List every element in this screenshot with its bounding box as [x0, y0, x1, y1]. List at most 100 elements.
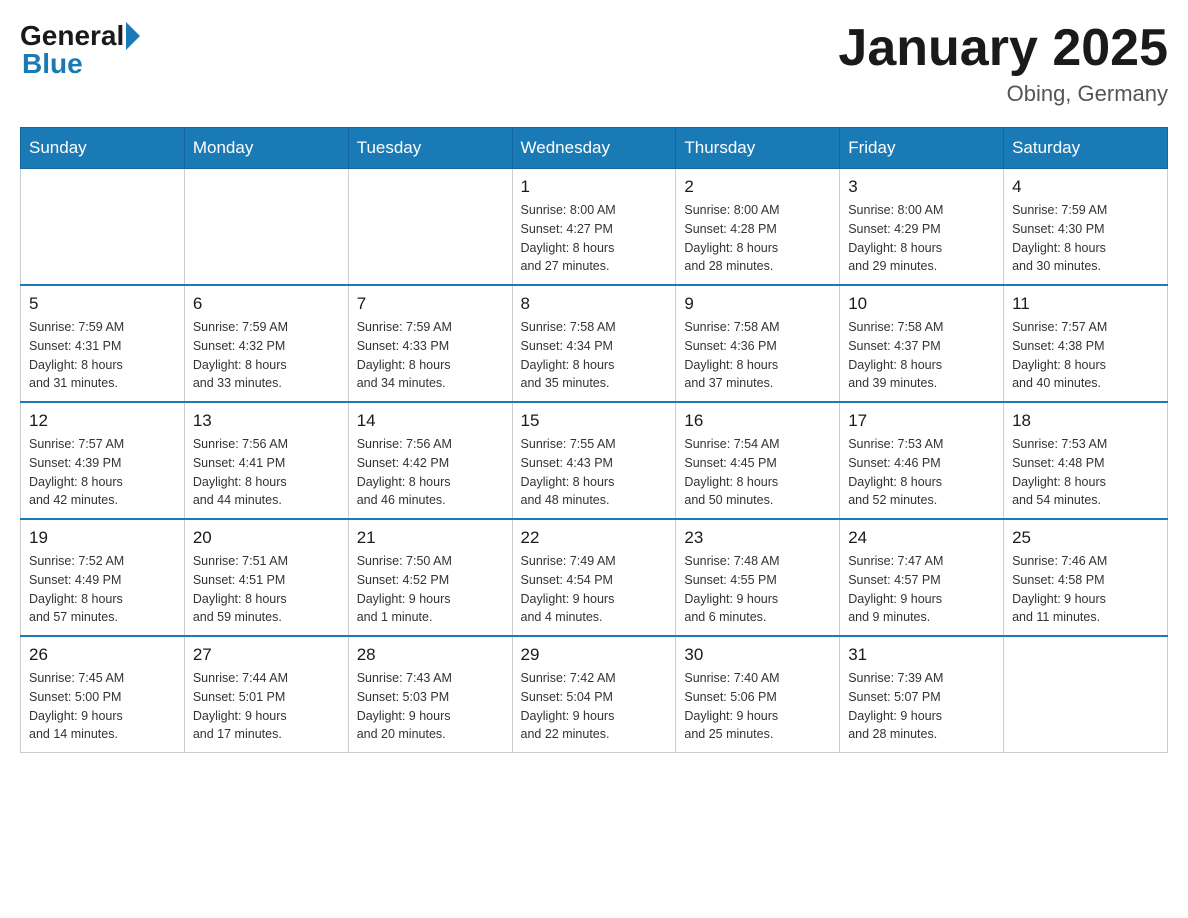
day-number: 27	[193, 645, 340, 665]
logo-blue-text: Blue	[22, 48, 83, 79]
day-of-week-header: Sunday	[21, 128, 185, 169]
day-number: 22	[521, 528, 668, 548]
calendar-day-cell: 21Sunrise: 7:50 AMSunset: 4:52 PMDayligh…	[348, 519, 512, 636]
day-number: 31	[848, 645, 995, 665]
day-info: Sunrise: 7:53 AMSunset: 4:46 PMDaylight:…	[848, 435, 995, 510]
day-info: Sunrise: 7:58 AMSunset: 4:37 PMDaylight:…	[848, 318, 995, 393]
day-info: Sunrise: 7:47 AMSunset: 4:57 PMDaylight:…	[848, 552, 995, 627]
calendar-day-cell	[1004, 636, 1168, 753]
page-header: General Blue January 2025 Obing, Germany	[20, 20, 1168, 107]
calendar-day-cell	[348, 169, 512, 286]
day-info: Sunrise: 7:50 AMSunset: 4:52 PMDaylight:…	[357, 552, 504, 627]
day-info: Sunrise: 7:52 AMSunset: 4:49 PMDaylight:…	[29, 552, 176, 627]
day-info: Sunrise: 7:39 AMSunset: 5:07 PMDaylight:…	[848, 669, 995, 744]
day-number: 8	[521, 294, 668, 314]
day-info: Sunrise: 7:51 AMSunset: 4:51 PMDaylight:…	[193, 552, 340, 627]
calendar-day-cell	[184, 169, 348, 286]
day-number: 19	[29, 528, 176, 548]
day-number: 29	[521, 645, 668, 665]
calendar-day-cell: 31 Sunrise: 7:39 AMSunset: 5:07 PMDayligh…	[840, 636, 1004, 753]
calendar-day-cell: 24 Sunrise: 7:47 AMSunset: 4:57 PMDayligh…	[840, 519, 1004, 636]
day-number: 25	[1012, 528, 1159, 548]
day-of-week-header: Thursday	[676, 128, 840, 169]
calendar-header-row: SundayMondayTuesdayWednesdayThursdayFrid…	[21, 128, 1168, 169]
day-number: 6	[193, 294, 340, 314]
day-number: 26	[29, 645, 176, 665]
calendar-day-cell: 26 Sunrise: 7:45 AMSunset: 5:00 PMDayligh…	[21, 636, 185, 753]
day-number: 13	[193, 411, 340, 431]
calendar-day-cell: 3Sunrise: 8:00 AMSunset: 4:29 PMDaylight…	[840, 169, 1004, 286]
title-section: January 2025 Obing, Germany	[838, 20, 1168, 107]
day-number: 9	[684, 294, 831, 314]
calendar-day-cell: 17Sunrise: 7:53 AMSunset: 4:46 PMDayligh…	[840, 402, 1004, 519]
day-info: Sunrise: 7:40 AMSunset: 5:06 PMDaylight:…	[684, 669, 831, 744]
day-number: 18	[1012, 411, 1159, 431]
calendar-day-cell: 23Sunrise: 7:48 AMSunset: 4:55 PMDayligh…	[676, 519, 840, 636]
day-info: Sunrise: 7:58 AMSunset: 4:36 PMDaylight:…	[684, 318, 831, 393]
day-info: Sunrise: 7:54 AMSunset: 4:45 PMDaylight:…	[684, 435, 831, 510]
day-info: Sunrise: 7:42 AMSunset: 5:04 PMDaylight:…	[521, 669, 668, 744]
day-info: Sunrise: 7:58 AMSunset: 4:34 PMDaylight:…	[521, 318, 668, 393]
day-info: Sunrise: 7:56 AMSunset: 4:42 PMDaylight:…	[357, 435, 504, 510]
day-number: 20	[193, 528, 340, 548]
calendar-week-row: 5 Sunrise: 7:59 AMSunset: 4:31 PMDaylight…	[21, 285, 1168, 402]
day-number: 7	[357, 294, 504, 314]
calendar-day-cell: 5 Sunrise: 7:59 AMSunset: 4:31 PMDaylight…	[21, 285, 185, 402]
day-info: Sunrise: 7:46 AMSunset: 4:58 PMDaylight:…	[1012, 552, 1159, 627]
day-info: Sunrise: 7:49 AMSunset: 4:54 PMDaylight:…	[521, 552, 668, 627]
calendar-day-cell: 29 Sunrise: 7:42 AMSunset: 5:04 PMDayligh…	[512, 636, 676, 753]
calendar-day-cell: 11Sunrise: 7:57 AMSunset: 4:38 PMDayligh…	[1004, 285, 1168, 402]
day-info: Sunrise: 8:00 AMSunset: 4:27 PMDaylight:…	[521, 201, 668, 276]
day-number: 14	[357, 411, 504, 431]
day-of-week-header: Friday	[840, 128, 1004, 169]
day-info: Sunrise: 7:55 AMSunset: 4:43 PMDaylight:…	[521, 435, 668, 510]
calendar-title: January 2025	[838, 20, 1168, 77]
day-info: Sunrise: 7:59 AMSunset: 4:30 PMDaylight:…	[1012, 201, 1159, 276]
calendar-day-cell: 12 Sunrise: 7:57 AMSunset: 4:39 PMDayligh…	[21, 402, 185, 519]
day-number: 1	[521, 177, 668, 197]
day-info: Sunrise: 8:00 AMSunset: 4:28 PMDaylight:…	[684, 201, 831, 276]
day-info: Sunrise: 7:44 AMSunset: 5:01 PMDaylight:…	[193, 669, 340, 744]
calendar-day-cell: 16Sunrise: 7:54 AMSunset: 4:45 PMDayligh…	[676, 402, 840, 519]
calendar-day-cell: 30Sunrise: 7:40 AMSunset: 5:06 PMDayligh…	[676, 636, 840, 753]
day-number: 28	[357, 645, 504, 665]
day-info: Sunrise: 7:57 AMSunset: 4:39 PMDaylight:…	[29, 435, 176, 510]
day-number: 12	[29, 411, 176, 431]
calendar-day-cell: 7 Sunrise: 7:59 AMSunset: 4:33 PMDaylight…	[348, 285, 512, 402]
day-info: Sunrise: 7:53 AMSunset: 4:48 PMDaylight:…	[1012, 435, 1159, 510]
day-info: Sunrise: 7:59 AMSunset: 4:33 PMDaylight:…	[357, 318, 504, 393]
day-of-week-header: Tuesday	[348, 128, 512, 169]
day-of-week-header: Wednesday	[512, 128, 676, 169]
day-number: 10	[848, 294, 995, 314]
calendar-day-cell: 10 Sunrise: 7:58 AMSunset: 4:37 PMDayligh…	[840, 285, 1004, 402]
calendar-day-cell: 4Sunrise: 7:59 AMSunset: 4:30 PMDaylight…	[1004, 169, 1168, 286]
calendar-day-cell: 19 Sunrise: 7:52 AMSunset: 4:49 PMDayligh…	[21, 519, 185, 636]
calendar-week-row: 26 Sunrise: 7:45 AMSunset: 5:00 PMDayligh…	[21, 636, 1168, 753]
day-number: 5	[29, 294, 176, 314]
calendar-day-cell: 2 Sunrise: 8:00 AMSunset: 4:28 PMDaylight…	[676, 169, 840, 286]
day-number: 2	[684, 177, 831, 197]
calendar-day-cell: 8 Sunrise: 7:58 AMSunset: 4:34 PMDaylight…	[512, 285, 676, 402]
calendar-day-cell: 27 Sunrise: 7:44 AMSunset: 5:01 PMDayligh…	[184, 636, 348, 753]
calendar-day-cell: 18 Sunrise: 7:53 AMSunset: 4:48 PMDayligh…	[1004, 402, 1168, 519]
calendar-day-cell: 6 Sunrise: 7:59 AMSunset: 4:32 PMDaylight…	[184, 285, 348, 402]
calendar-day-cell: 15 Sunrise: 7:55 AMSunset: 4:43 PMDayligh…	[512, 402, 676, 519]
day-number: 24	[848, 528, 995, 548]
calendar-day-cell: 9 Sunrise: 7:58 AMSunset: 4:36 PMDaylight…	[676, 285, 840, 402]
day-number: 23	[684, 528, 831, 548]
calendar-day-cell: 22 Sunrise: 7:49 AMSunset: 4:54 PMDayligh…	[512, 519, 676, 636]
day-info: Sunrise: 7:45 AMSunset: 5:00 PMDaylight:…	[29, 669, 176, 744]
calendar-day-cell: 13 Sunrise: 7:56 AMSunset: 4:41 PMDayligh…	[184, 402, 348, 519]
calendar-day-cell: 14 Sunrise: 7:56 AMSunset: 4:42 PMDayligh…	[348, 402, 512, 519]
calendar-day-cell: 20 Sunrise: 7:51 AMSunset: 4:51 PMDayligh…	[184, 519, 348, 636]
calendar-day-cell: 1 Sunrise: 8:00 AMSunset: 4:27 PMDaylight…	[512, 169, 676, 286]
day-number: 15	[521, 411, 668, 431]
day-info: Sunrise: 7:56 AMSunset: 4:41 PMDaylight:…	[193, 435, 340, 510]
calendar-week-row: 19 Sunrise: 7:52 AMSunset: 4:49 PMDayligh…	[21, 519, 1168, 636]
day-info: Sunrise: 7:59 AMSunset: 4:32 PMDaylight:…	[193, 318, 340, 393]
calendar-day-cell: 28 Sunrise: 7:43 AMSunset: 5:03 PMDayligh…	[348, 636, 512, 753]
day-info: Sunrise: 8:00 AMSunset: 4:29 PMDaylight:…	[848, 201, 995, 276]
day-info: Sunrise: 7:43 AMSunset: 5:03 PMDaylight:…	[357, 669, 504, 744]
day-info: Sunrise: 7:59 AMSunset: 4:31 PMDaylight:…	[29, 318, 176, 393]
day-of-week-header: Monday	[184, 128, 348, 169]
